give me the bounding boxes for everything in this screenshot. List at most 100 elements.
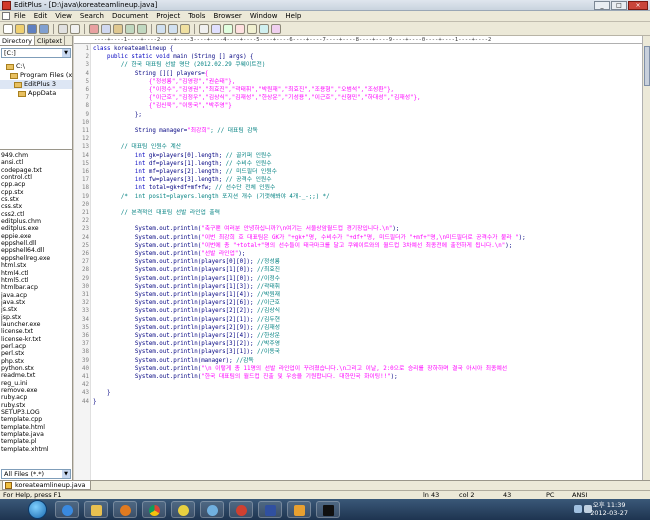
- file-item[interactable]: cpp.acp: [1, 181, 71, 188]
- file-item[interactable]: java.acp: [1, 292, 71, 299]
- file-item[interactable]: html4.ctl: [1, 270, 71, 277]
- spell-check-icon[interactable]: [235, 23, 245, 34]
- file-item[interactable]: java.stx: [1, 299, 71, 306]
- file-item[interactable]: editplus.exe: [1, 225, 71, 232]
- menu-edit[interactable]: Edit: [34, 11, 48, 21]
- menu-file[interactable]: File: [14, 11, 26, 21]
- file-item[interactable]: template.html: [1, 424, 71, 431]
- code-line[interactable]: 43 }: [74, 389, 642, 397]
- file-item[interactable]: ruby.acp: [1, 394, 71, 401]
- code-line[interactable]: 31 System.out.println(players[1][4]); //…: [74, 291, 642, 299]
- code-line[interactable]: 19 /* int posit=players.length 포지션 개수 (기…: [74, 193, 642, 201]
- vertical-scrollbar[interactable]: [642, 36, 650, 480]
- document-tab[interactable]: koreateamlineup.java: [2, 481, 91, 490]
- ruler-icon[interactable]: [211, 23, 221, 34]
- code-line[interactable]: 10: [74, 119, 642, 127]
- file-item[interactable]: perl.stx: [1, 350, 71, 357]
- undo-icon[interactable]: [125, 23, 135, 34]
- file-item[interactable]: perl.acp: [1, 343, 71, 350]
- code-line[interactable]: 37 System.out.println(players[3][2]); //…: [74, 340, 642, 348]
- code-line[interactable]: 30 System.out.println(players[1][3]); //…: [74, 283, 642, 291]
- code-line[interactable]: 25 System.out.println("이번에 총 "+total+"명의…: [74, 242, 642, 250]
- code-line[interactable]: 32 System.out.println(players[2][6]); //…: [74, 299, 642, 307]
- document-icon[interactable]: [2, 12, 10, 20]
- code-line[interactable]: 1 class koreateamlineup {: [74, 45, 642, 53]
- code-line[interactable]: 39 System.out.println(manager); //감독: [74, 357, 642, 365]
- code-editor[interactable]: 1 class koreateamlineup {2 public static …: [74, 44, 642, 480]
- file-item[interactable]: license-kr.txt: [1, 336, 71, 343]
- file-item[interactable]: python.stx: [1, 365, 71, 372]
- file-item[interactable]: control.ctl: [1, 174, 71, 181]
- code-line[interactable]: 13 // 대표팀 인원수 계산: [74, 143, 642, 151]
- taskbar-chrome[interactable]: [142, 501, 166, 518]
- taskbar-editplus[interactable]: [287, 501, 311, 518]
- code-line[interactable]: 9 };: [74, 111, 642, 119]
- directory-icon[interactable]: [271, 23, 281, 34]
- file-filter-select[interactable]: All Files (*.*) ▼: [1, 469, 71, 479]
- code-line[interactable]: 44}: [74, 398, 642, 406]
- code-line[interactable]: 4 String [][] players={: [74, 70, 642, 78]
- file-item[interactable]: js.stx: [1, 306, 71, 313]
- code-line[interactable]: 17 int fw=players[3].length; // 공격수 인원수: [74, 176, 642, 184]
- print-preview-icon[interactable]: [70, 23, 80, 34]
- code-line[interactable]: 16 int mf=players[2].length; // 미드필더 인원수: [74, 168, 642, 176]
- replace-icon[interactable]: [168, 23, 178, 34]
- tab-directory[interactable]: Directory: [0, 36, 35, 45]
- file-item[interactable]: readme.txt: [1, 372, 71, 379]
- word-wrap-icon[interactable]: [199, 23, 209, 34]
- taskbar-media-player[interactable]: [113, 501, 137, 518]
- file-item[interactable]: template.cpp: [1, 416, 71, 423]
- code-line[interactable]: 33 System.out.println(players[2][2]); //…: [74, 307, 642, 315]
- code-line[interactable]: 15 int df=players[1].length; // 수비수 인원수: [74, 160, 642, 168]
- code-line[interactable]: 7 {"이근호","김정우","김상식","김재성","한상운","기성용","…: [74, 94, 642, 102]
- save-icon[interactable]: [27, 23, 37, 34]
- paste-icon[interactable]: [113, 23, 123, 34]
- code-line[interactable]: 34 System.out.println(players[2][1]); //…: [74, 316, 642, 324]
- chevron-down-icon[interactable]: ▼: [62, 470, 70, 478]
- file-item[interactable]: eppshell64.dll: [1, 247, 71, 254]
- save-all-icon[interactable]: [39, 23, 49, 34]
- file-item[interactable]: codepage.txt: [1, 167, 71, 174]
- drive-select[interactable]: [C:] ▼: [1, 48, 71, 58]
- taskbar-ie[interactable]: [55, 501, 79, 518]
- menu-window[interactable]: Window: [250, 11, 278, 21]
- file-item[interactable]: launcher.exe: [1, 321, 71, 328]
- file-item[interactable]: ansi.ctl: [1, 159, 71, 166]
- open-folder-icon[interactable]: [15, 23, 25, 34]
- code-line[interactable]: 18 int total=gk+df+mf+fw; // 선수단 전체 인원수: [74, 184, 642, 192]
- code-line[interactable]: 2 public static void main (String [] arg…: [74, 53, 642, 61]
- taskbar-cmd[interactable]: [316, 501, 340, 518]
- clock[interactable]: 오후 11:39 2012-03-27: [590, 501, 628, 517]
- file-item[interactable]: license.txt: [1, 328, 71, 335]
- redo-icon[interactable]: [137, 23, 147, 34]
- scrollbar-thumb[interactable]: [644, 46, 650, 86]
- file-item[interactable]: cpp.stx: [1, 189, 71, 196]
- folder-item[interactable]: AppData: [0, 89, 72, 98]
- start-button[interactable]: [28, 500, 47, 519]
- folder-item[interactable]: Program Files (x86): [0, 71, 72, 80]
- code-line[interactable]: 23 System.out.println("축구팬 여러분 안녕하십니까?\n…: [74, 225, 642, 233]
- code-line[interactable]: 5 {"정성룡","김영광","권순태"},: [74, 78, 642, 86]
- editplus-app-icon[interactable]: [2, 1, 11, 10]
- file-item[interactable]: 949.chm: [1, 152, 71, 159]
- file-item[interactable]: html.stx: [1, 262, 71, 269]
- code-line[interactable]: 41 System.out.println("한국 대표팀의 월드컵 진출 및 …: [74, 373, 642, 381]
- folder-item[interactable]: C:\: [0, 62, 72, 71]
- file-item[interactable]: eppshellreg.exe: [1, 255, 71, 262]
- find-icon[interactable]: [156, 23, 166, 34]
- menu-document[interactable]: Document: [112, 11, 148, 21]
- taskbar-app[interactable]: [258, 501, 282, 518]
- code-line[interactable]: 21 // 본격적인 대표팀 선발 라인업 출력: [74, 209, 642, 217]
- code-line[interactable]: 28 System.out.println(players[1][0]); //…: [74, 266, 642, 274]
- copy-icon[interactable]: [101, 23, 111, 34]
- file-item[interactable]: ruby.stx: [1, 402, 71, 409]
- code-line[interactable]: 20: [74, 201, 642, 209]
- menu-browser[interactable]: Browser: [213, 11, 241, 21]
- tab-cliptext[interactable]: Cliptext: [35, 36, 66, 45]
- code-line[interactable]: 24 System.out.println("이번 최강희 호 대표팀은 GK가…: [74, 234, 642, 242]
- folder-item[interactable]: EditPlus 3: [0, 80, 72, 89]
- file-item[interactable]: template.xhtml: [1, 446, 71, 453]
- taskbar-explorer[interactable]: [84, 501, 108, 518]
- file-item[interactable]: jsp.stx: [1, 314, 71, 321]
- menu-help[interactable]: Help: [285, 11, 301, 21]
